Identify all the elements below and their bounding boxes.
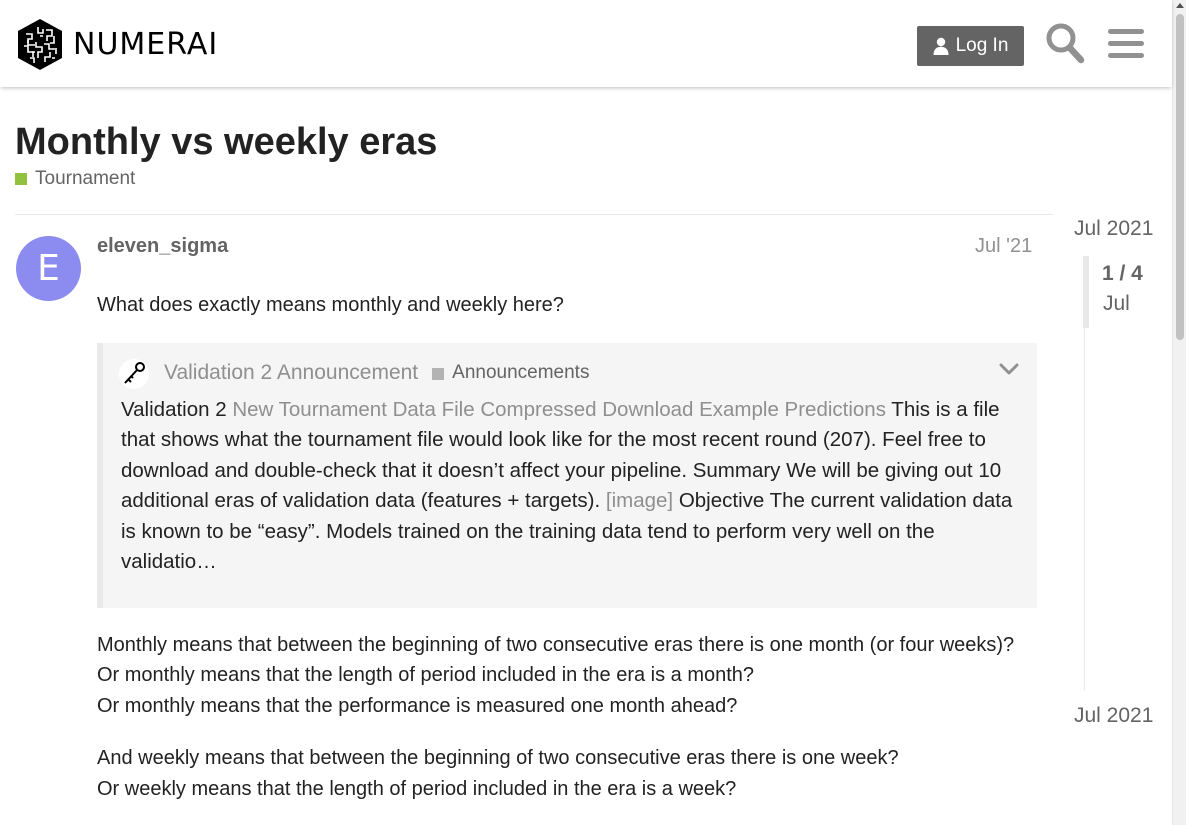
title-divider: [15, 214, 1053, 215]
page-scrollbar[interactable]: [1172, 0, 1186, 825]
onebox-header: Validation 2 Announcement Announcements: [119, 357, 1017, 391]
post-username[interactable]: eleven_sigma: [97, 235, 228, 258]
user-icon: [933, 37, 949, 55]
post-date[interactable]: Jul '21: [975, 235, 1032, 258]
weekly-line: Or weekly means that the length of perio…: [97, 777, 737, 800]
page-title: Monthly vs weekly eras: [15, 121, 438, 163]
site-logo[interactable]: NUMERAI: [16, 18, 218, 71]
monthly-line: Or monthly means that the length of peri…: [97, 664, 755, 686]
topic-timeline: Jul 2021 1 / 4 Jul Jul 2021: [1074, 214, 1164, 734]
timeline-scroller-handle[interactable]: [1083, 256, 1089, 328]
onebox-category-swatch: [432, 367, 445, 380]
onebox-inline-link[interactable]: New Tournament Data File Compressed Down…: [232, 398, 886, 421]
category-label: Tournament: [35, 168, 136, 189]
post-body: What does exactly means monthly and week…: [97, 290, 1037, 804]
monthly-line: Monthly means that between the beginning…: [97, 633, 1015, 656]
monthly-questions: Monthly means that between the beginning…: [97, 630, 1037, 722]
chevron-down-icon[interactable]: [999, 363, 1019, 377]
logo-text: NUMERAI: [73, 27, 219, 62]
onebox-text-start: Validation 2: [121, 397, 233, 421]
onebox-image-link[interactable]: [image]: [606, 489, 673, 512]
weekly-line: And weekly means that between the beginn…: [97, 747, 899, 769]
search-icon[interactable]: [1045, 22, 1085, 64]
onebox-excerpt: Validation 2 New Tournament Data File Co…: [121, 395, 1017, 578]
category-color-swatch: [15, 173, 27, 185]
avatar[interactable]: E: [16, 236, 81, 301]
onebox-category-badge[interactable]: Announcements: [432, 358, 589, 389]
post-intro: What does exactly means monthly and week…: [97, 294, 564, 316]
login-button[interactable]: Log In: [917, 26, 1024, 66]
site-header: NUMERAI Log In: [0, 0, 1172, 87]
onebox-title-link[interactable]: Validation 2 Announcement: [164, 358, 418, 389]
timeline-start-date[interactable]: Jul 2021: [1074, 217, 1153, 241]
monthly-line: Or monthly means that the performance is…: [97, 694, 738, 717]
hamburger-menu-icon[interactable]: [1106, 22, 1146, 64]
key-avatar-icon: [119, 358, 149, 389]
numerai-logo-icon: [18, 19, 62, 70]
scroll-up-arrow-icon[interactable]: [1176, 3, 1184, 8]
timeline-end-date[interactable]: Jul 2021: [1074, 704, 1153, 728]
weekly-questions: And weekly means that between the beginn…: [97, 743, 1037, 804]
login-label: Log In: [955, 35, 1009, 56]
timeline-position-date: Jul: [1103, 292, 1130, 315]
quoted-topic-onebox[interactable]: Validation 2 Announcement Announcements …: [97, 342, 1037, 608]
scroll-thumb[interactable]: [1176, 14, 1184, 340]
timeline-position: 1 / 4: [1102, 262, 1143, 285]
onebox-category-label: Announcements: [452, 362, 590, 384]
category-badge[interactable]: Tournament: [15, 168, 135, 190]
